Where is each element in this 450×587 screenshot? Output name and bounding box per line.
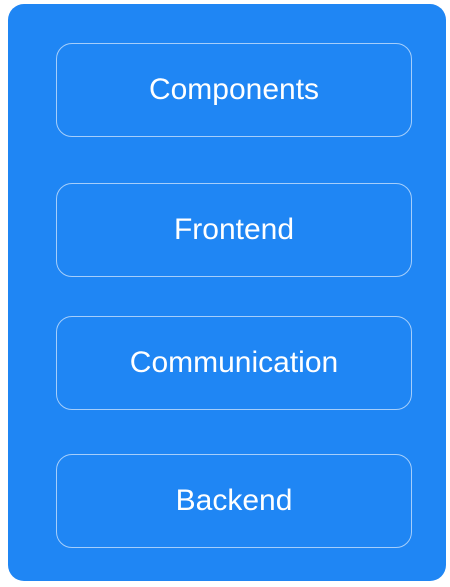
box-backend: Backend [56, 454, 412, 548]
diagram-panel: Components Frontend Communication Backen… [8, 4, 446, 581]
box-label-components: Components [148, 73, 320, 106]
box-communication: Communication [56, 316, 412, 410]
box-label-backend: Backend [175, 484, 293, 517]
box-frontend: Frontend [56, 183, 412, 277]
box-label-communication: Communication [129, 346, 339, 379]
box-label-frontend: Frontend [173, 213, 295, 246]
box-components: Components [56, 43, 412, 137]
